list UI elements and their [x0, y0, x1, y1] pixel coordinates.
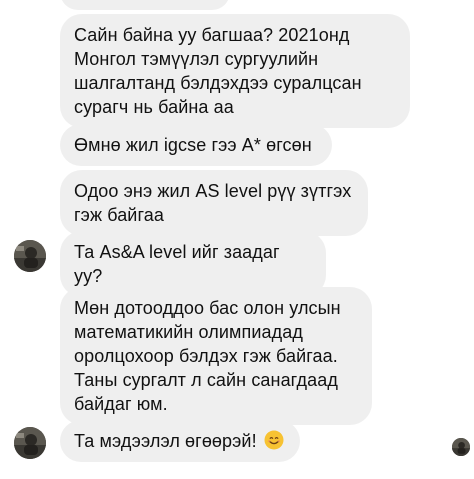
message-bubble-partial[interactable]	[60, 0, 230, 10]
sender-avatar[interactable]	[14, 427, 46, 459]
message-text: Та As&A level ийг заадаг уу?	[74, 242, 280, 286]
message-text: Одоо энэ жил AS level рүү зүтгэх гэж бай…	[74, 181, 352, 225]
smiling-face-emoji-icon	[264, 430, 284, 450]
message-text: Та мэдээлэл өгөөрэй!	[74, 431, 257, 451]
read-receipt-avatar	[452, 438, 470, 456]
avatar-photo-icon	[452, 438, 470, 456]
message-text: Өмнө жил igcse гээ A* өгсөн	[74, 135, 312, 155]
chat-thread: Сайн байна уу багшаа? 2021онд Монгол тэм…	[0, 0, 474, 479]
message-bubble[interactable]: Мөн дотооддоо бас олон улсын математикий…	[60, 287, 372, 425]
message-bubble[interactable]: Сайн байна уу багшаа? 2021онд Монгол тэм…	[60, 14, 410, 128]
avatar-photo-icon	[14, 240, 46, 272]
message-text: Сайн байна уу багшаа? 2021онд Монгол тэм…	[74, 25, 362, 117]
message-bubble[interactable]: Одоо энэ жил AS level рүү зүтгэх гэж бай…	[60, 170, 368, 236]
message-text: Мөн дотооддоо бас олон улсын математикий…	[74, 298, 341, 414]
message-bubble[interactable]: Өмнө жил igcse гээ A* өгсөн	[60, 124, 332, 166]
message-bubble[interactable]: Та мэдээлэл өгөөрэй!	[60, 420, 300, 462]
sender-avatar[interactable]	[14, 240, 46, 272]
avatar-photo-icon	[14, 427, 46, 459]
